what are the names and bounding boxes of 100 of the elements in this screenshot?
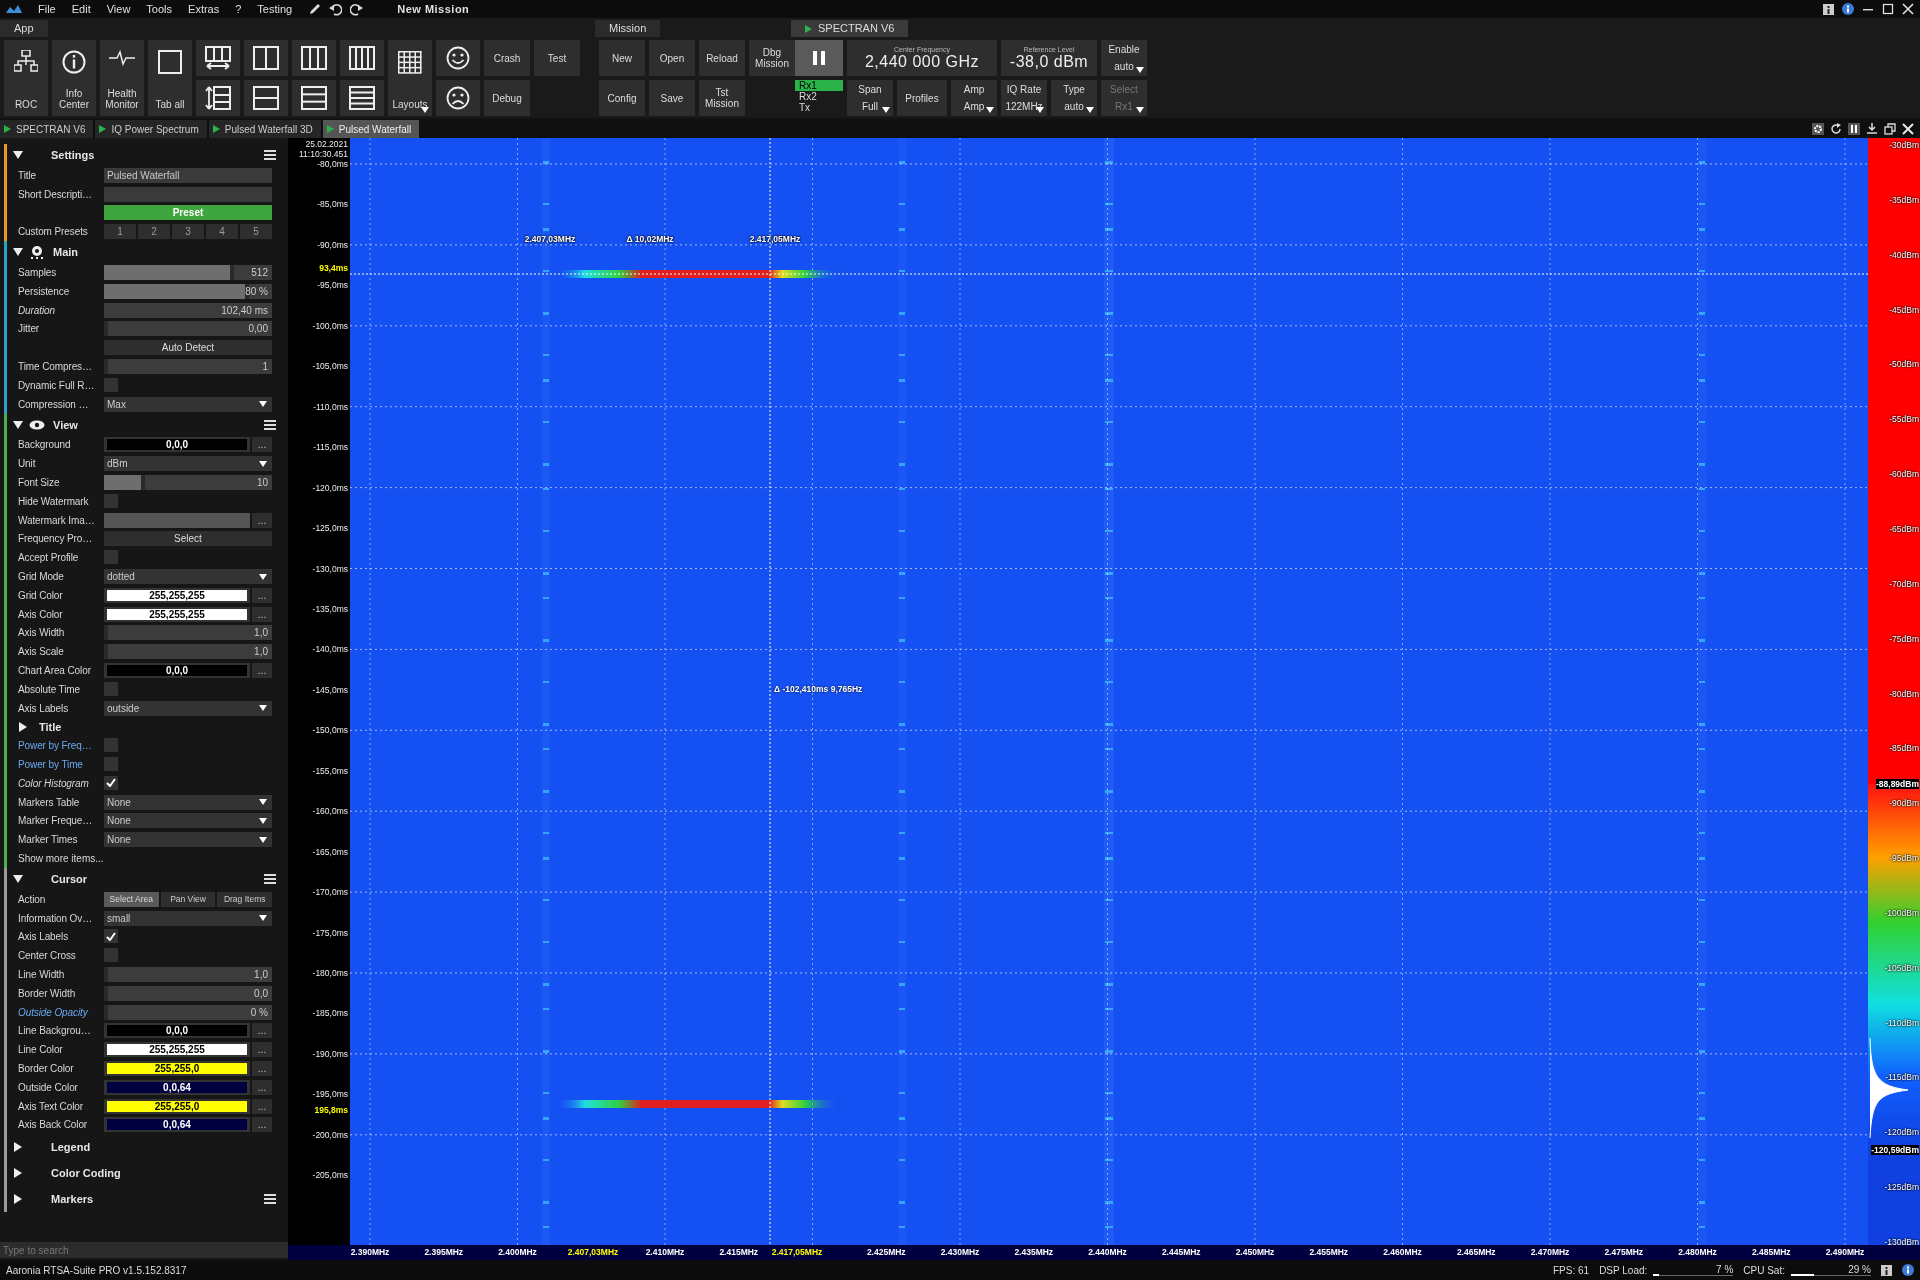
dropdown-button[interactable]: Span Full bbox=[847, 80, 893, 116]
menu-item[interactable]: Edit bbox=[71, 3, 91, 15]
color-field[interactable]: 0,0,64 bbox=[107, 1081, 247, 1093]
text-field[interactable]: Pulsed Waterfall bbox=[104, 167, 272, 183]
slider[interactable]: 0,0 bbox=[104, 985, 272, 1001]
toolbar-button[interactable]: Config bbox=[599, 80, 645, 116]
dropdown[interactable]: None bbox=[104, 794, 272, 810]
toolbar-button[interactable]: New bbox=[599, 40, 645, 76]
smiley-button[interactable] bbox=[436, 40, 480, 76]
checkbox[interactable] bbox=[104, 948, 118, 963]
slider[interactable]: 10 bbox=[104, 475, 272, 491]
layout-button[interactable] bbox=[292, 40, 336, 76]
toolbar-button[interactable]: ROC bbox=[4, 40, 48, 116]
layouts-button[interactable]: Layouts bbox=[388, 40, 432, 116]
pause-button[interactable] bbox=[795, 40, 843, 76]
menu-item[interactable]: ? bbox=[235, 3, 242, 15]
dropdown-button[interactable]: Type auto bbox=[1051, 80, 1097, 116]
browse-button[interactable]: ... bbox=[252, 1060, 272, 1076]
toolbar-button[interactable]: Info Center bbox=[52, 40, 96, 116]
toolbar-button[interactable]: Tst Mission bbox=[699, 80, 745, 116]
checkbox[interactable] bbox=[104, 738, 118, 753]
segment-button[interactable]: Drag Items bbox=[217, 891, 272, 907]
channel-option[interactable]: Rx1 bbox=[795, 80, 843, 91]
slider[interactable]: 1,0 bbox=[104, 644, 272, 660]
number-field[interactable]: 102,40 ms bbox=[104, 302, 272, 318]
dropdown[interactable]: dotted bbox=[104, 569, 272, 585]
search-field[interactable]: Type to search bbox=[0, 1242, 288, 1258]
menu-item[interactable]: Testing bbox=[257, 3, 293, 15]
dropdown[interactable]: outside bbox=[104, 700, 272, 716]
toolbar-button[interactable]: Open bbox=[649, 40, 695, 76]
slot-button[interactable]: 1 bbox=[104, 224, 136, 240]
frown-button[interactable] bbox=[436, 80, 480, 116]
slider[interactable]: 1 bbox=[104, 359, 272, 375]
checkbox[interactable] bbox=[104, 377, 118, 392]
collapse-arrow-icon[interactable] bbox=[13, 419, 23, 430]
document-tab[interactable]: IQ Power Spectrum bbox=[95, 120, 207, 138]
slot-button[interactable]: 4 bbox=[206, 224, 238, 240]
layout-button[interactable] bbox=[340, 80, 384, 116]
toolbar-button[interactable]: Profiles bbox=[897, 80, 947, 116]
action-button[interactable]: Auto Detect bbox=[104, 340, 272, 356]
toolbar-button[interactable]: Debug bbox=[484, 80, 530, 116]
color-field[interactable]: 0,0,0 bbox=[107, 439, 247, 451]
toolbar-button[interactable]: Tab all bbox=[148, 40, 192, 116]
text-field[interactable] bbox=[104, 186, 272, 202]
browse-button[interactable]: ... bbox=[252, 1042, 272, 1058]
browse-button[interactable]: ... bbox=[252, 1023, 272, 1039]
checkbox[interactable] bbox=[104, 757, 118, 771]
toolbar-button[interactable]: Dbg Mission bbox=[749, 40, 795, 76]
toolbar-button[interactable]: Crash bbox=[484, 40, 530, 76]
slot-button[interactable]: 5 bbox=[240, 224, 272, 240]
channel-option[interactable]: Rx2 bbox=[795, 91, 843, 102]
menu-item[interactable]: File bbox=[38, 3, 56, 15]
color-field[interactable]: 255,255,255 bbox=[107, 1044, 247, 1056]
toolbar-button[interactable]: Reload bbox=[699, 40, 745, 76]
checkbox[interactable] bbox=[104, 775, 118, 790]
browse-button[interactable]: ... bbox=[252, 1079, 272, 1095]
dropdown[interactable]: None bbox=[104, 832, 272, 848]
collapse-arrow-icon[interactable] bbox=[13, 150, 23, 160]
color-field[interactable]: 255,255,255 bbox=[107, 589, 247, 601]
layout-button[interactable] bbox=[340, 40, 384, 76]
action-button[interactable]: Select bbox=[104, 531, 272, 547]
layout-button[interactable] bbox=[196, 80, 240, 116]
slot-button[interactable]: 3 bbox=[172, 224, 204, 240]
device-tab[interactable]: SPECTRAN V6 bbox=[791, 20, 909, 37]
checkbox[interactable] bbox=[104, 493, 118, 508]
show-more-link[interactable]: Show more items... bbox=[18, 853, 104, 864]
color-field[interactable]: 0,0,0 bbox=[107, 665, 247, 676]
browse-button[interactable]: ... bbox=[252, 663, 272, 678]
expand-arrow-icon[interactable] bbox=[13, 1168, 23, 1179]
slider[interactable]: 80 % bbox=[104, 283, 272, 299]
checkbox[interactable] bbox=[104, 929, 118, 944]
dropdown[interactable]: None bbox=[104, 813, 272, 829]
color-field[interactable]: 255,255,0 bbox=[107, 1062, 247, 1074]
document-tab[interactable]: SPECTRAN V6 bbox=[0, 120, 94, 138]
browse-button[interactable]: ... bbox=[252, 1098, 272, 1114]
color-field[interactable]: 0,0,0 bbox=[107, 1025, 247, 1037]
menu-item[interactable]: Extras bbox=[188, 3, 220, 15]
dropdown[interactable]: small bbox=[104, 910, 272, 926]
collapse-arrow-icon[interactable] bbox=[13, 247, 23, 258]
layout-button[interactable] bbox=[292, 80, 336, 116]
layout-button[interactable] bbox=[196, 40, 240, 76]
expand-arrow-icon[interactable] bbox=[13, 1142, 23, 1153]
color-field[interactable]: 0,0,64 bbox=[107, 1119, 247, 1131]
layout-button[interactable] bbox=[244, 40, 288, 76]
menu-item[interactable]: View bbox=[106, 3, 131, 15]
browse-button[interactable]: ... bbox=[252, 587, 272, 603]
segment-button[interactable]: Select Area bbox=[104, 891, 159, 907]
slot-button[interactable]: 2 bbox=[138, 224, 170, 240]
toolbar-button[interactable]: Save bbox=[649, 80, 695, 116]
document-tab[interactable]: Pulsed Waterfall 3D bbox=[208, 120, 321, 138]
toolbar-button[interactable]: Health Monitor bbox=[100, 40, 144, 116]
segment-button[interactable]: Pan View bbox=[160, 891, 216, 907]
browse-button[interactable]: ... bbox=[252, 512, 272, 528]
browse-button[interactable]: ... bbox=[252, 1117, 272, 1133]
checkbox[interactable] bbox=[104, 681, 118, 696]
slider[interactable]: 0 % bbox=[104, 1004, 272, 1020]
layout-button[interactable] bbox=[244, 80, 288, 116]
expand-arrow-icon[interactable] bbox=[18, 721, 28, 732]
slider[interactable]: 1,0 bbox=[104, 625, 272, 641]
browse-button[interactable]: ... bbox=[252, 606, 272, 622]
